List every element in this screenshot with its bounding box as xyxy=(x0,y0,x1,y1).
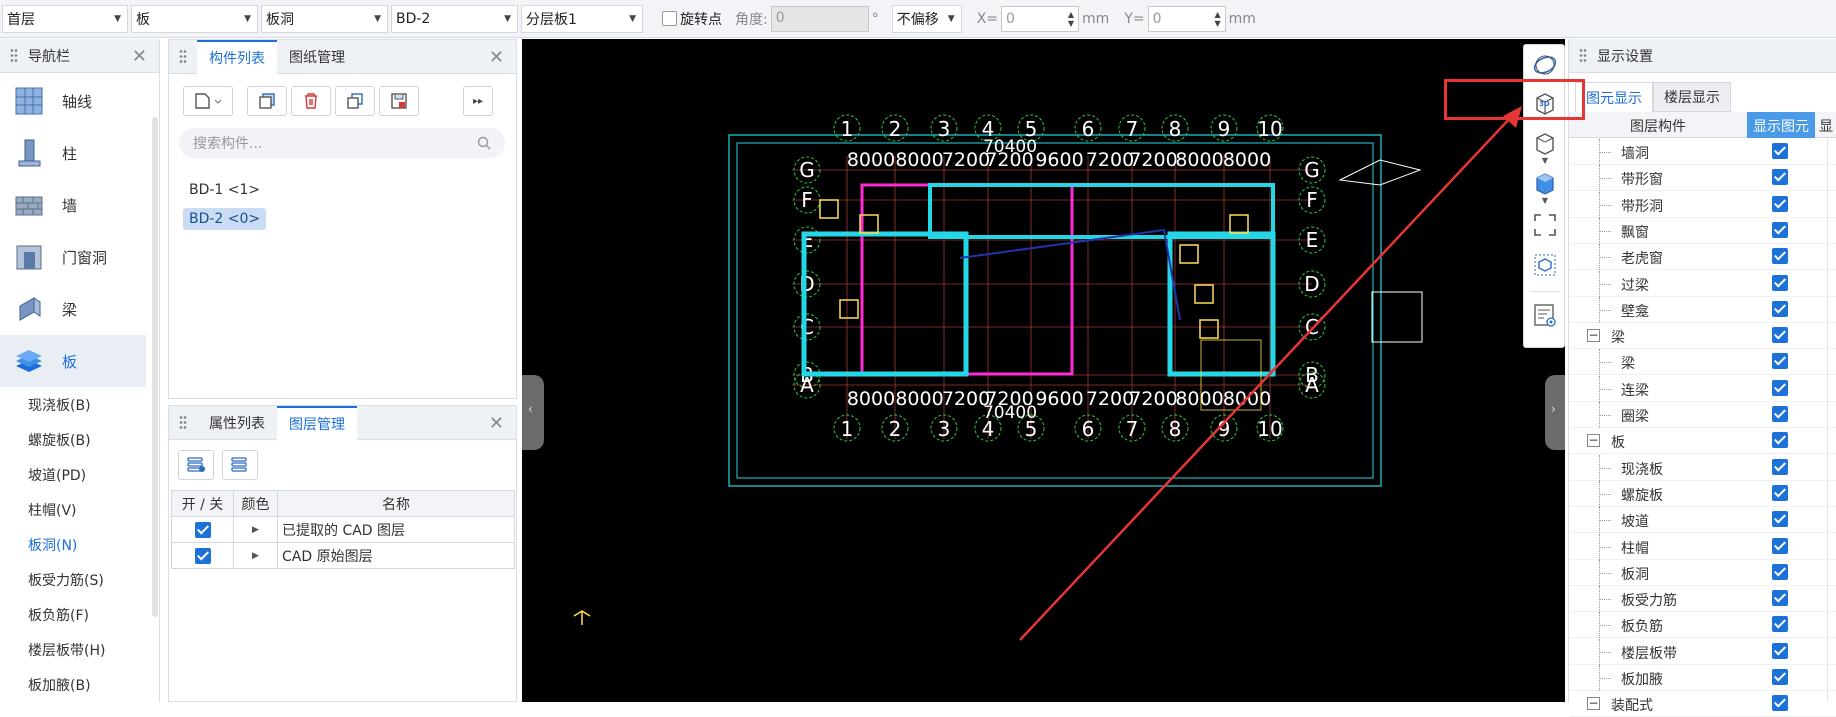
arrowhead-icon xyxy=(1503,106,1522,128)
annotation-arrow xyxy=(1019,115,1513,641)
annotation-overlay xyxy=(1019,106,1522,641)
